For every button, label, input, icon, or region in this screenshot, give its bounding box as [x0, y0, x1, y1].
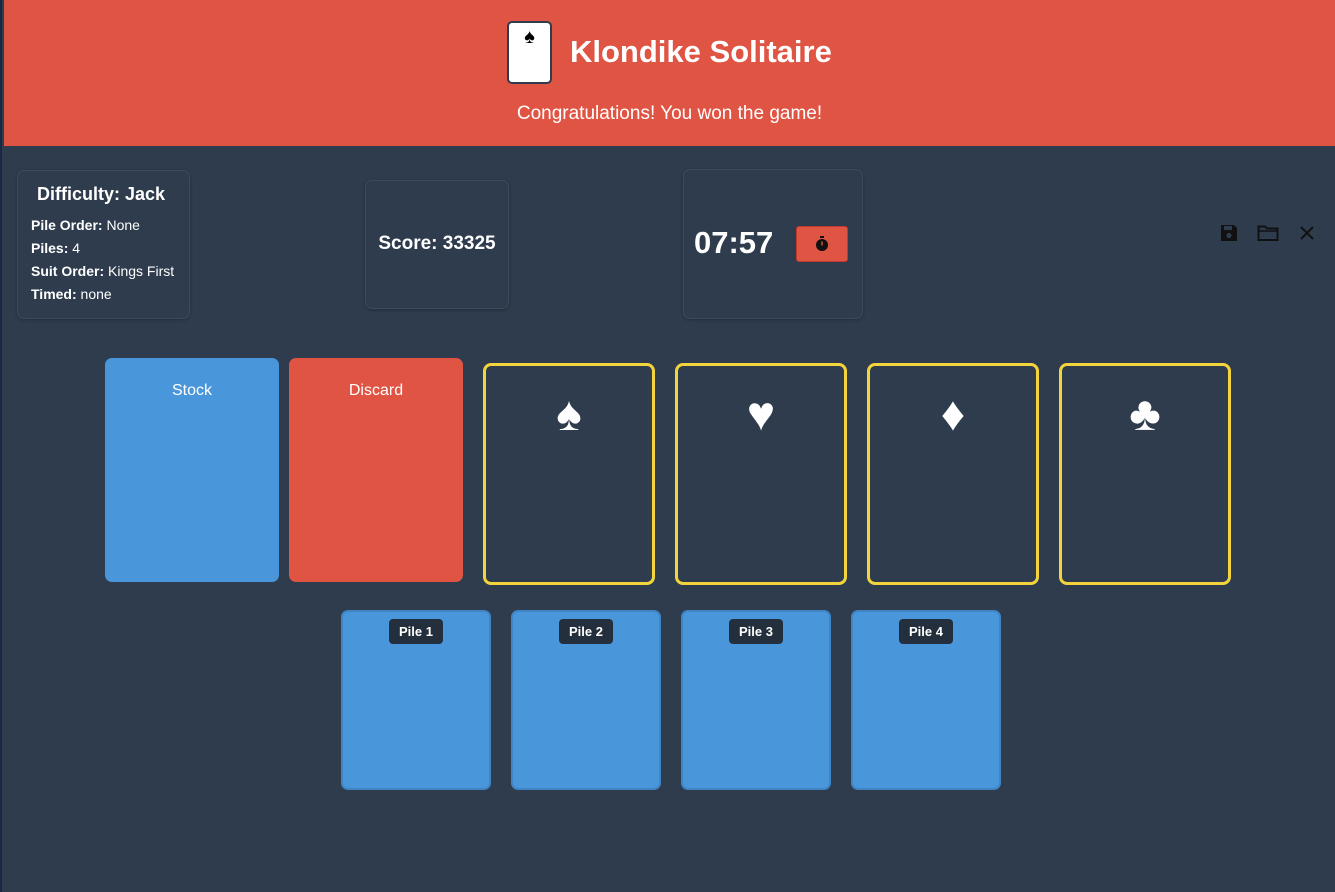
card-logo-icon: ♠ [507, 21, 552, 84]
pile-4-label: Pile 4 [899, 619, 953, 644]
tableau-pile-2[interactable]: Pile 2 [511, 610, 661, 790]
difficulty-panel: Difficulty: Jack Pile Order: None Piles:… [17, 170, 190, 319]
foundation-heart[interactable]: ♥ [675, 363, 847, 585]
pile-3-label: Pile 3 [729, 619, 783, 644]
timer-display: 07:57 [694, 225, 774, 260]
toolbar [1216, 220, 1326, 246]
timed-label: Timed: [31, 286, 77, 302]
tableau-pile-1[interactable]: Pile 1 [341, 610, 491, 790]
heart-icon: ♥ [746, 388, 776, 441]
stock-pile[interactable]: Stock [105, 358, 279, 582]
spade-icon: ♠ [556, 388, 582, 441]
suit-order-value: Kings First [108, 263, 175, 279]
club-icon: ♣ [1129, 388, 1161, 441]
stopwatch-icon [816, 235, 828, 251]
foundation-diamond[interactable]: ♦ [867, 363, 1039, 585]
timer-panel: 07:57 [683, 169, 863, 319]
score-panel: Score: 33325 [365, 180, 509, 309]
suit-order-label: Suit Order: [31, 263, 105, 279]
tableau-pile-4[interactable]: Pile 4 [851, 610, 1001, 790]
win-message: Congratulations! You won the game! [516, 103, 823, 124]
close-button[interactable] [1294, 220, 1320, 246]
close-icon [1300, 226, 1314, 240]
pile-1-label: Pile 1 [389, 619, 443, 644]
stock-label: Stock [171, 382, 212, 399]
timed-value: none [80, 286, 112, 302]
open-button[interactable] [1255, 220, 1281, 246]
header-banner: ♠ Klondike Solitaire Congratulations! Yo… [4, 0, 1335, 146]
save-icon [1221, 225, 1237, 241]
foundation-club[interactable]: ♣ [1059, 363, 1231, 585]
score-text: Score: 33325 [378, 233, 496, 254]
discard-label: Discard [348, 382, 404, 399]
piles-value: 4 [72, 240, 81, 256]
timed-row: Timed: none [31, 286, 189, 302]
pile-order-value: None [106, 217, 140, 233]
difficulty-heading: Difficulty: Jack [37, 184, 166, 204]
discard-pile[interactable]: Discard [289, 358, 463, 582]
pile-order-row: Pile Order: None [31, 217, 189, 233]
tableau-pile-3[interactable]: Pile 3 [681, 610, 831, 790]
suit-order-row: Suit Order: Kings First [31, 263, 189, 279]
piles-label: Piles: [31, 240, 69, 256]
app-title: Klondike Solitaire [570, 34, 832, 69]
folder-icon [1257, 225, 1279, 241]
stopwatch-button[interactable] [796, 226, 848, 262]
logo-spade-icon: ♠ [524, 26, 535, 48]
pile-order-label: Pile Order: [31, 217, 103, 233]
foundation-spade[interactable]: ♠ [483, 363, 655, 585]
diamond-icon: ♦ [940, 388, 966, 441]
pile-2-label: Pile 2 [559, 619, 613, 644]
piles-row: Piles: 4 [31, 240, 189, 256]
save-button[interactable] [1216, 220, 1242, 246]
